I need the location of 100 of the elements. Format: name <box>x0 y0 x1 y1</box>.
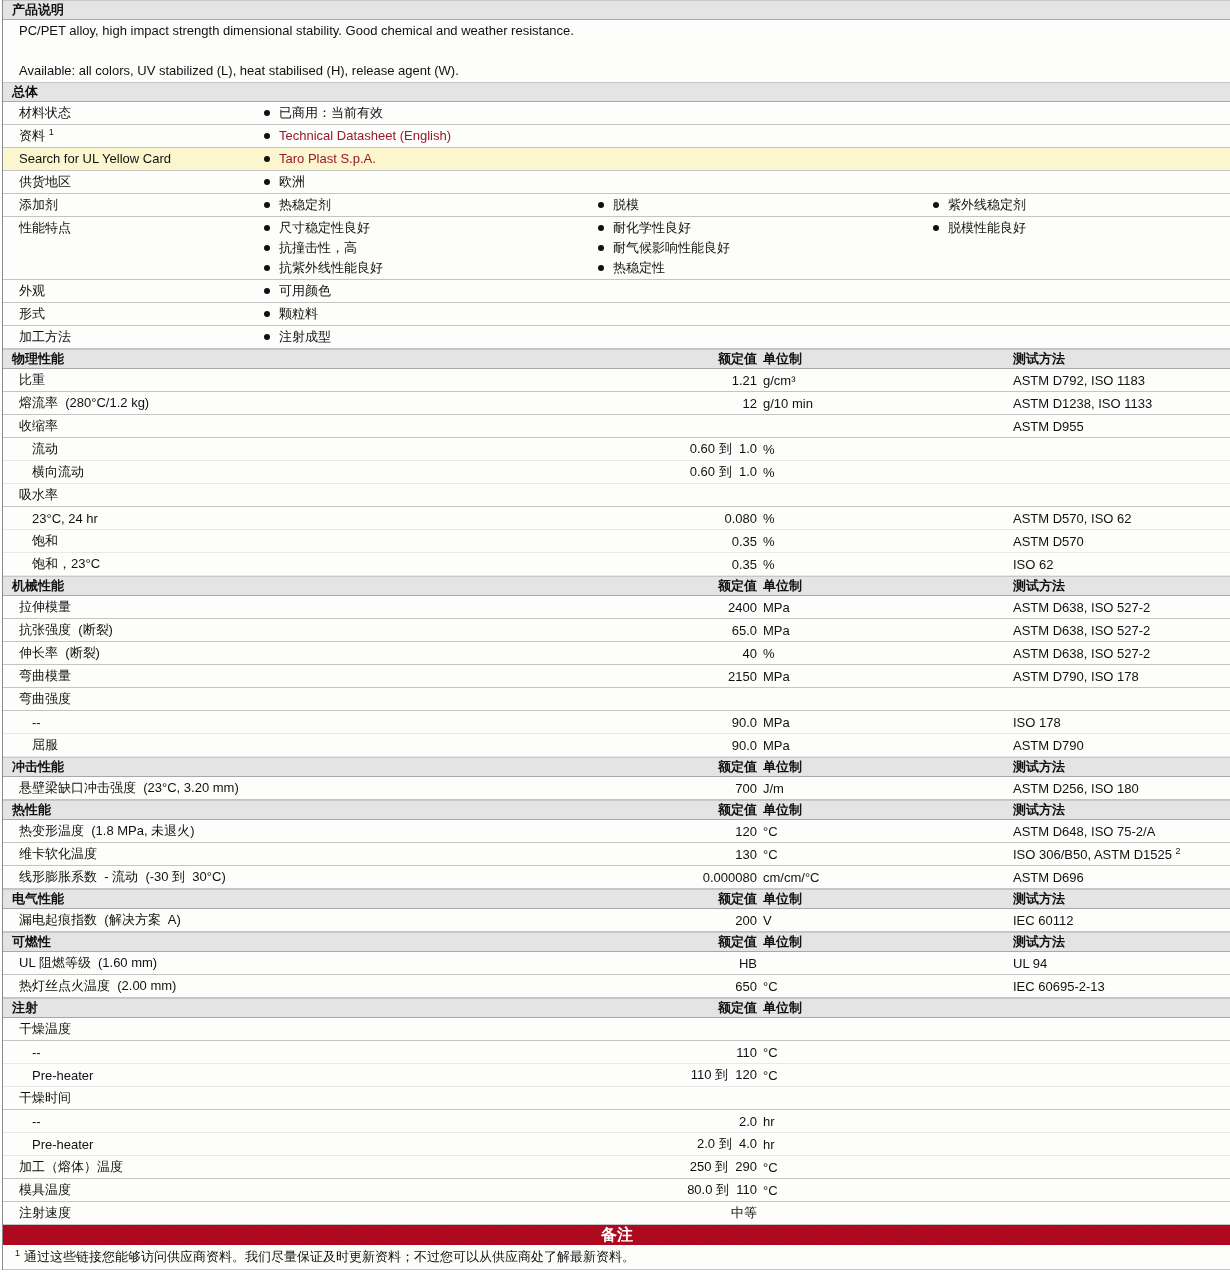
bullet-icon <box>264 334 270 340</box>
test-method: ISO 62 <box>1013 556 1055 572</box>
property-value: 颗粒料 <box>279 305 318 323</box>
property-label: 饱和 <box>31 532 59 550</box>
column-header: 额定值 <box>717 801 757 819</box>
column-header: 单位制 <box>763 801 803 819</box>
bullet-icon <box>264 245 270 251</box>
property-unit: % <box>763 533 776 549</box>
bullet-icon <box>264 110 270 116</box>
property-label: UL 阻燃等级 (1.60 mm) <box>18 954 159 972</box>
property-label: Pre-heater <box>31 1067 95 1083</box>
test-method: ASTM D256, ISO 180 <box>1013 780 1140 796</box>
test-method: ISO 178 <box>1013 714 1062 730</box>
property-label: 抗张强度 (断裂) <box>18 621 114 639</box>
property-value: 抗紫外线性能良好 <box>279 259 383 277</box>
property-value: 650 <box>734 978 757 994</box>
property-label: 横向流动 <box>31 463 85 481</box>
test-method: ASTM D792, ISO 1183 <box>1013 372 1146 388</box>
property-unit: MPa <box>763 668 791 684</box>
bullet-icon <box>264 156 270 162</box>
property-label: -- <box>31 1113 42 1129</box>
test-method: ASTM D790 <box>1013 737 1085 753</box>
property-label: 比重 <box>18 371 46 389</box>
property-value: 700 <box>734 780 757 796</box>
property-value: 脱模性能良好 <box>948 219 1026 237</box>
column-header: 额定值 <box>717 890 757 908</box>
bullet-icon <box>264 311 270 317</box>
column-header: 额定值 <box>717 999 757 1017</box>
property-label: 供货地区 <box>18 173 72 191</box>
property-unit: % <box>763 510 776 526</box>
property-label: 外观 <box>18 282 46 300</box>
property-label: 伸长率 (断裂) <box>18 644 101 662</box>
property-unit: MPa <box>763 622 791 638</box>
property-value: HB <box>737 955 757 971</box>
property-label: Pre-heater <box>31 1136 95 1152</box>
property-value: 0.000080 <box>701 869 757 885</box>
property-unit: °C <box>763 1067 779 1083</box>
property-label[interactable]: Search for UL Yellow Card <box>3 149 261 169</box>
supplier-link[interactable]: Taro Plast S.p.A. <box>279 149 376 169</box>
property-label: 悬壁梁缺口冲击强度 (23°C, 3.20 mm) <box>18 779 240 797</box>
test-method: ASTM D790, ISO 178 <box>1013 668 1140 684</box>
column-header: 测试方法 <box>1013 801 1066 819</box>
property-value: 耐化学性良好 <box>613 219 691 237</box>
property-label: 干燥温度 <box>18 1020 72 1038</box>
column-header: 测试方法 <box>1013 350 1066 368</box>
property-unit: °C <box>763 1159 779 1175</box>
property-value: 0.35 <box>730 533 757 549</box>
section-title: 热性能 <box>11 801 52 819</box>
bullet-icon <box>264 265 270 271</box>
column-header: 测试方法 <box>1013 758 1066 776</box>
test-method: ASTM D648, ISO 75-2/A <box>1013 823 1157 839</box>
description-text: PC/PET alloy, high impact strength dimensional stability. Good chemical and weather resistance. <box>19 22 575 40</box>
test-method: ASTM D638, ISO 527-2 <box>1013 599 1152 615</box>
notes-header: 备注 <box>3 1225 1230 1245</box>
property-value: 0.35 <box>730 556 757 572</box>
property-value: 12 <box>741 395 757 411</box>
column-header: 单位制 <box>763 933 803 951</box>
property-value: 抗撞击性，高 <box>279 239 357 257</box>
property-label: 拉伸模量 <box>18 598 72 616</box>
section-title: 物理性能 <box>11 350 65 368</box>
section-title: 可燃性 <box>11 933 52 951</box>
property-unit: °C <box>763 823 779 839</box>
property-label: 干燥时间 <box>18 1089 72 1107</box>
property-value: 尺寸稳定性良好 <box>279 219 370 237</box>
column-header: 单位制 <box>763 350 803 368</box>
section-title: 总体 <box>10 83 39 101</box>
test-method: ASTM D570, ISO 62 <box>1013 510 1133 526</box>
property-unit: °C <box>763 978 779 994</box>
property-value: 耐气候影响性能良好 <box>613 239 730 257</box>
property-unit: V <box>763 912 773 928</box>
property-unit: % <box>763 464 776 480</box>
supplier-link[interactable]: Technical Datasheet (English) <box>279 126 451 146</box>
property-label: 形式 <box>18 305 46 323</box>
bullet-icon <box>598 245 604 251</box>
property-label: 漏电起痕指数 (解决方案 A) <box>18 911 182 929</box>
bullet-icon <box>598 202 604 208</box>
property-label: 注射速度 <box>18 1204 72 1222</box>
property-label: 添加剂 <box>18 196 59 214</box>
property-value: 紫外线稳定剂 <box>948 196 1026 214</box>
property-value: 热稳定剂 <box>279 196 331 214</box>
column-header: 单位制 <box>763 758 803 776</box>
property-label: 加工方法 <box>18 328 72 346</box>
property-value: 欧洲 <box>279 173 305 191</box>
test-method: ASTM D638, ISO 527-2 <box>1013 622 1152 638</box>
column-header: 单位制 <box>763 577 803 595</box>
property-value: 2400 <box>727 599 757 615</box>
property-unit: °C <box>763 1182 779 1198</box>
property-label: 线形膨胀系数 - 流动 (-30 到 30°C) <box>18 868 227 886</box>
column-header: 额定值 <box>717 350 757 368</box>
property-label: 资料 $^{1}$ <box>18 126 55 145</box>
column-header: 额定值 <box>717 758 757 776</box>
bullet-icon <box>264 288 270 294</box>
column-header: 测试方法 <box>1013 933 1066 951</box>
property-value: 注射成型 <box>279 328 331 346</box>
bullet-icon <box>264 179 270 185</box>
property-value: 200 <box>734 912 757 928</box>
property-value: 热稳定性 <box>613 259 665 277</box>
section-title: 冲击性能 <box>11 758 65 776</box>
column-header: 测试方法 <box>1013 577 1066 595</box>
property-unit: J/m <box>763 780 785 796</box>
